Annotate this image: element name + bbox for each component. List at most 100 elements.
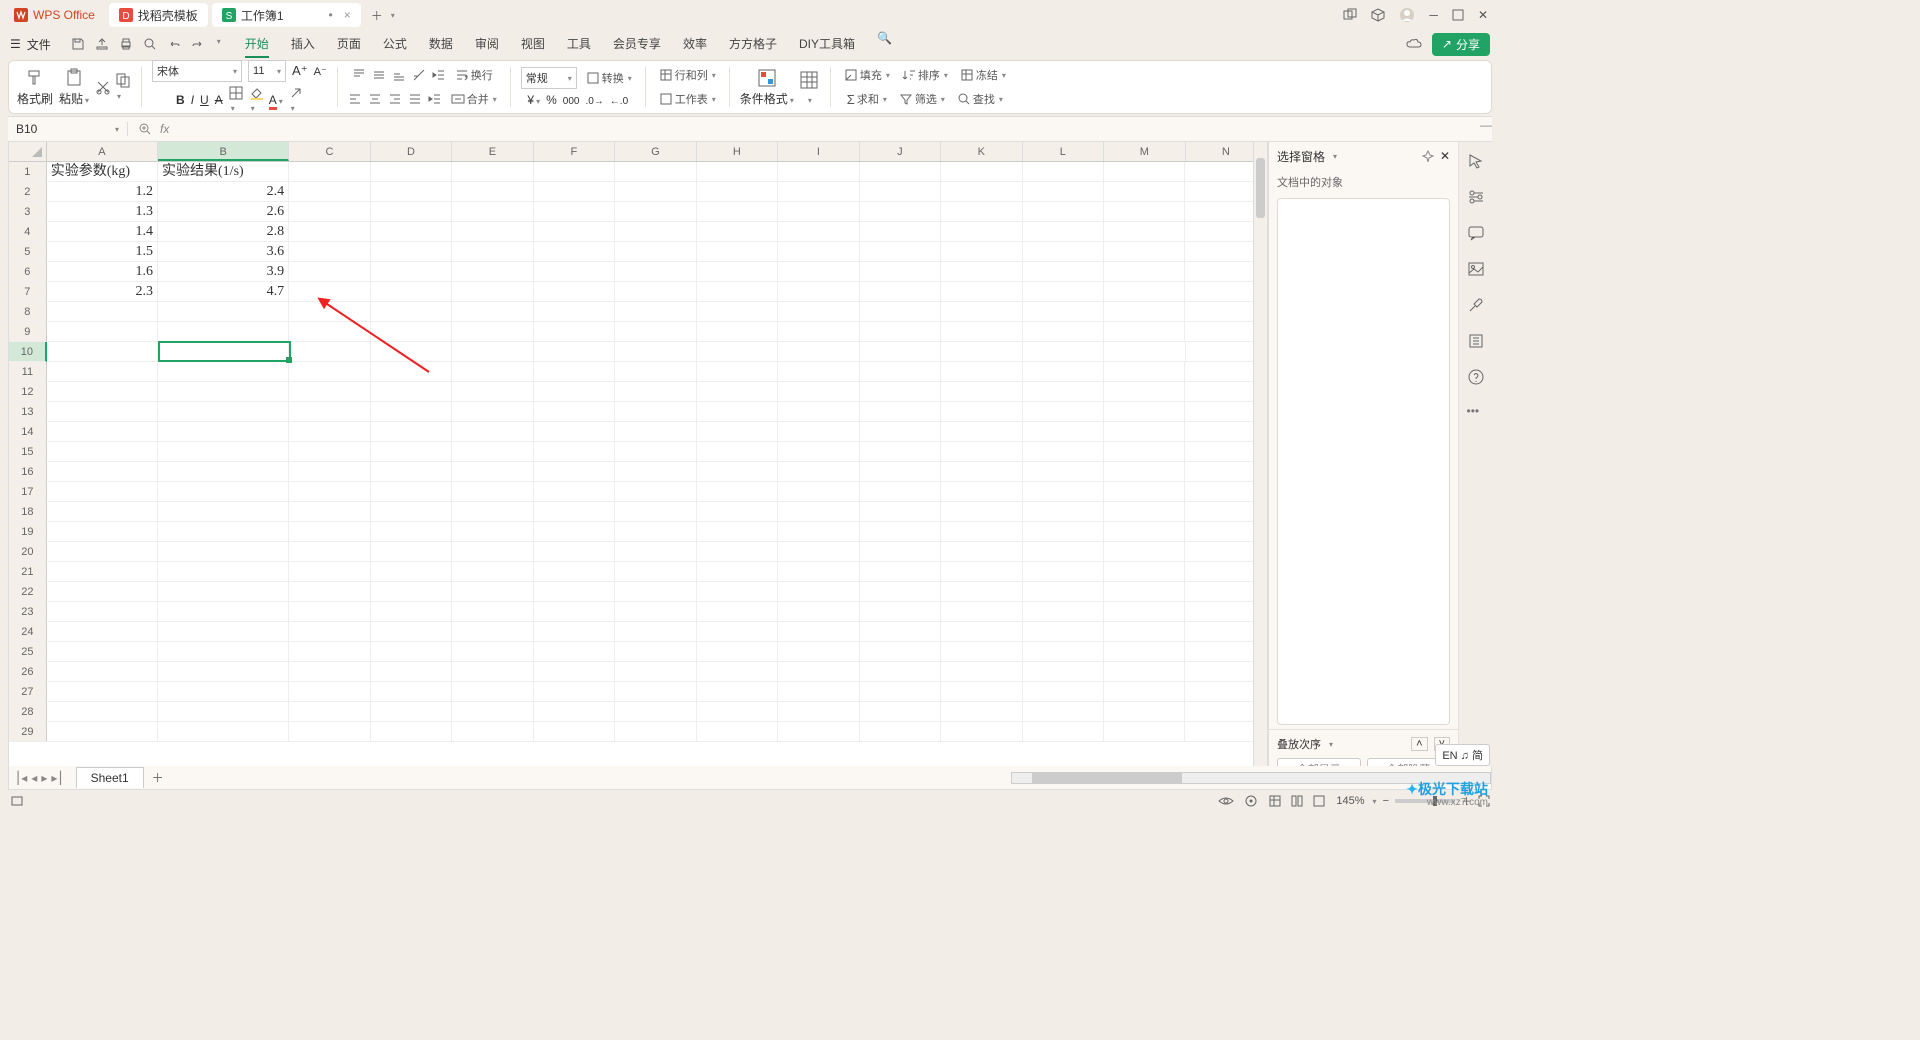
row-header[interactable]: 12 bbox=[9, 382, 47, 402]
cell[interactable] bbox=[289, 382, 370, 402]
shrink-font-icon[interactable]: A⁻ bbox=[314, 65, 327, 78]
cell[interactable] bbox=[941, 662, 1022, 682]
cell[interactable] bbox=[1104, 402, 1185, 422]
cell[interactable] bbox=[860, 402, 941, 422]
decimal-inc-icon[interactable]: .0→ bbox=[585, 93, 603, 107]
tab-tool[interactable]: 工具 bbox=[567, 31, 591, 58]
cell[interactable] bbox=[615, 282, 696, 302]
cell[interactable] bbox=[1023, 522, 1104, 542]
cell[interactable] bbox=[615, 222, 696, 242]
vertical-scrollbar[interactable] bbox=[1253, 142, 1267, 785]
cell[interactable] bbox=[158, 542, 289, 562]
cell[interactable] bbox=[289, 422, 370, 442]
sheet-prev-icon[interactable]: ◂ bbox=[31, 771, 37, 785]
cell[interactable] bbox=[452, 662, 533, 682]
cell[interactable] bbox=[452, 202, 533, 222]
maximize-icon[interactable] bbox=[1452, 9, 1464, 21]
row-header[interactable]: 18 bbox=[9, 502, 47, 522]
cell[interactable] bbox=[615, 462, 696, 482]
cell[interactable] bbox=[371, 282, 452, 302]
cell[interactable] bbox=[615, 442, 696, 462]
tab-page[interactable]: 页面 bbox=[337, 31, 361, 58]
cell[interactable]: 实验结果(1/s) bbox=[158, 162, 289, 182]
cell[interactable] bbox=[1104, 502, 1185, 522]
avatar-icon[interactable] bbox=[1399, 7, 1415, 23]
cond-format-button[interactable]: 条件格式▾ bbox=[740, 67, 794, 107]
cell[interactable] bbox=[289, 162, 370, 182]
sheet-tab[interactable]: Sheet1 bbox=[76, 767, 144, 788]
close-panel-icon[interactable]: ✕ bbox=[1440, 149, 1450, 163]
cell[interactable] bbox=[615, 682, 696, 702]
cell[interactable] bbox=[778, 162, 859, 182]
cell[interactable] bbox=[860, 522, 941, 542]
cell[interactable] bbox=[452, 342, 533, 362]
cell[interactable] bbox=[289, 462, 370, 482]
cell[interactable] bbox=[941, 362, 1022, 382]
save-icon[interactable] bbox=[71, 37, 85, 51]
cell[interactable] bbox=[158, 442, 289, 462]
cell[interactable] bbox=[697, 302, 778, 322]
cell[interactable] bbox=[697, 722, 778, 742]
hamburger-icon[interactable]: ☰ bbox=[10, 37, 21, 51]
cell[interactable] bbox=[697, 582, 778, 602]
cell[interactable] bbox=[158, 462, 289, 482]
cell[interactable] bbox=[371, 602, 452, 622]
cell[interactable] bbox=[778, 382, 859, 402]
cell[interactable] bbox=[1023, 402, 1104, 422]
cell[interactable] bbox=[1023, 362, 1104, 382]
align-top-icon[interactable] bbox=[352, 68, 366, 82]
cell[interactable] bbox=[941, 182, 1022, 202]
cell[interactable] bbox=[47, 502, 158, 522]
cell[interactable] bbox=[1023, 262, 1104, 282]
cell[interactable] bbox=[697, 422, 778, 442]
cell[interactable] bbox=[778, 702, 859, 722]
cell[interactable] bbox=[371, 182, 452, 202]
cloud-icon[interactable] bbox=[1406, 37, 1422, 51]
row-header[interactable]: 7 bbox=[9, 282, 47, 302]
border-icon[interactable]: ▾ bbox=[229, 86, 243, 114]
cell[interactable] bbox=[941, 242, 1022, 262]
cell[interactable] bbox=[371, 542, 452, 562]
cell[interactable] bbox=[452, 442, 533, 462]
tab-list-dropdown[interactable]: ▾ bbox=[391, 11, 395, 20]
file-menu[interactable]: 文件 bbox=[27, 36, 51, 53]
cell[interactable] bbox=[1023, 322, 1104, 342]
cell[interactable] bbox=[860, 182, 941, 202]
cell[interactable] bbox=[941, 502, 1022, 522]
cell[interactable] bbox=[534, 202, 615, 222]
cell[interactable] bbox=[534, 322, 615, 342]
cell[interactable] bbox=[158, 402, 289, 422]
cell[interactable] bbox=[778, 722, 859, 742]
cell[interactable] bbox=[289, 522, 370, 542]
cell[interactable] bbox=[778, 342, 859, 362]
row-header[interactable]: 9 bbox=[9, 322, 47, 342]
cell[interactable] bbox=[371, 162, 452, 182]
strike-icon[interactable]: A bbox=[215, 93, 223, 107]
cell[interactable] bbox=[534, 262, 615, 282]
column-header[interactable]: G bbox=[615, 142, 696, 161]
copy-icon[interactable]: ▾ bbox=[115, 72, 131, 102]
cell[interactable] bbox=[1023, 482, 1104, 502]
cell[interactable] bbox=[697, 162, 778, 182]
cell[interactable] bbox=[778, 662, 859, 682]
cell[interactable] bbox=[158, 482, 289, 502]
cell[interactable] bbox=[289, 702, 370, 722]
cell[interactable] bbox=[452, 402, 533, 422]
cell[interactable] bbox=[371, 462, 452, 482]
row-header[interactable]: 27 bbox=[9, 682, 47, 702]
cell[interactable] bbox=[534, 382, 615, 402]
cell[interactable] bbox=[1104, 442, 1185, 462]
cell[interactable] bbox=[860, 602, 941, 622]
cell[interactable] bbox=[860, 542, 941, 562]
preview-icon[interactable] bbox=[143, 37, 157, 51]
cell[interactable] bbox=[534, 702, 615, 722]
cell[interactable] bbox=[1023, 382, 1104, 402]
cell[interactable] bbox=[697, 602, 778, 622]
image-icon[interactable] bbox=[1467, 260, 1485, 278]
cell[interactable] bbox=[697, 242, 778, 262]
row-header[interactable]: 3 bbox=[9, 202, 47, 222]
zoom-out-icon[interactable]: − bbox=[1383, 795, 1389, 807]
cell[interactable] bbox=[615, 242, 696, 262]
cell[interactable] bbox=[371, 522, 452, 542]
cell[interactable] bbox=[1104, 222, 1185, 242]
